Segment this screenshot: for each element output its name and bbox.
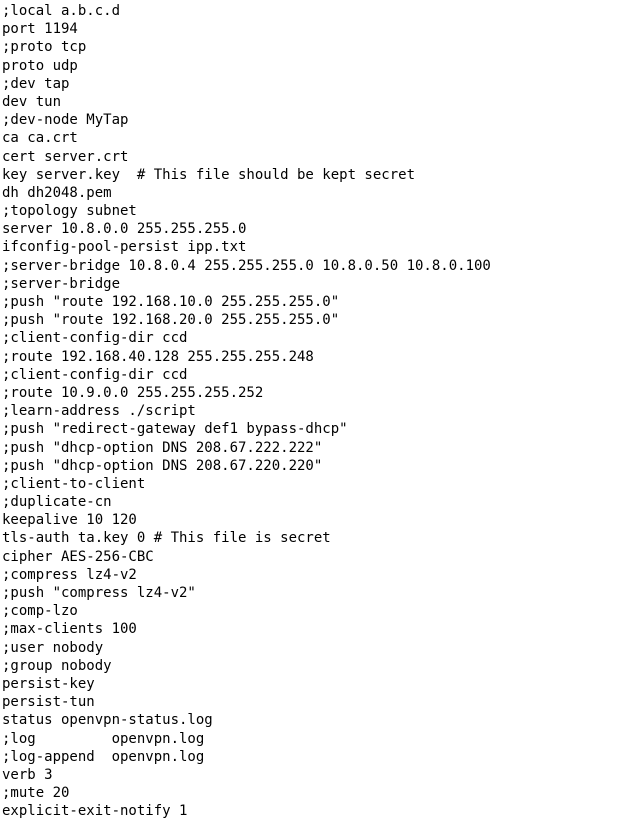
config-line: persist-key (2, 675, 95, 692)
config-line: port 1194 (2, 21, 78, 38)
config-line: ;client-config-dir ccd (2, 366, 188, 383)
config-line: ;duplicate-cn (2, 494, 112, 511)
config-line: ifconfig-pool-persist ipp.txt (2, 239, 247, 256)
config-line: ;server-bridge (2, 275, 121, 292)
config-line: ;push "dhcp-option DNS 208.67.222.222" (2, 439, 323, 456)
config-line: ;compress lz4-v2 (2, 566, 137, 583)
config-line: keepalive 10 120 (2, 512, 137, 529)
config-line: ;push "redirect-gateway def1 bypass-dhcp… (2, 421, 348, 438)
config-line: status openvpn-status.log (2, 712, 213, 729)
config-line: server 10.8.0.0 255.255.255.0 (2, 221, 247, 238)
config-line: ;route 192.168.40.128 255.255.255.248 (2, 348, 314, 365)
config-line: ca ca.crt (2, 130, 78, 147)
config-line: ;group nobody (2, 657, 112, 674)
config-line: cipher AES-256-CBC (2, 548, 154, 565)
config-line: ;learn-address ./script (2, 403, 196, 420)
config-line: proto udp (2, 57, 78, 74)
config-line: ;push "dhcp-option DNS 208.67.220.220" (2, 457, 323, 474)
config-line: ;push "route 192.168.10.0 255.255.255.0" (2, 294, 340, 310)
config-line: dh dh2048.pem (2, 184, 112, 201)
config-line: ;push "compress lz4-v2" (2, 585, 196, 601)
config-line: cert server.crt (2, 148, 129, 165)
config-line: ;dev-node MyTap (2, 112, 129, 129)
config-line: persist-tun (2, 694, 95, 711)
config-line: dev tun (2, 93, 62, 110)
config-line: explicit-exit-notify 1 (2, 803, 188, 820)
config-line: ;mute 20 (2, 785, 70, 802)
config-line: ;push "route 192.168.20.0 255.255.255.0" (2, 312, 340, 329)
config-line: ;max-clients 100 (2, 621, 137, 638)
config-line: tls-auth ta.key 0 # This file is secret (2, 530, 331, 547)
config-line: ;proto tcp (2, 39, 87, 56)
config-line: key server.key # This file should be kep… (2, 166, 416, 183)
config-line: ;topology subnet (2, 203, 137, 220)
config-text-body[interactable]: ;local a.b.c.d port 1194 ;proto tcp proto u… (2, 2, 637, 820)
config-line: ;route 10.9.0.0 255.255.255.252 (2, 384, 264, 401)
config-line: ;server-bridge 10.8.0.4 255.255.255.0 10… (2, 257, 491, 274)
config-line: ;user nobody (2, 639, 104, 656)
config-line: ;log-append openvpn.log (2, 748, 205, 765)
config-line: ;client-to-client (2, 475, 146, 492)
config-line: ;comp-lzo (2, 603, 78, 620)
config-file-document: ;local a.b.c.d port 1194 ;proto tcp proto u… (0, 0, 637, 819)
config-line: ;log openvpn.log (2, 730, 205, 747)
config-line: ;dev tap (2, 75, 70, 92)
config-line: ;local a.b.c.d (2, 3, 121, 19)
config-line: verb 3 (2, 766, 53, 783)
config-line: ;client-config-dir ccd (2, 330, 188, 347)
